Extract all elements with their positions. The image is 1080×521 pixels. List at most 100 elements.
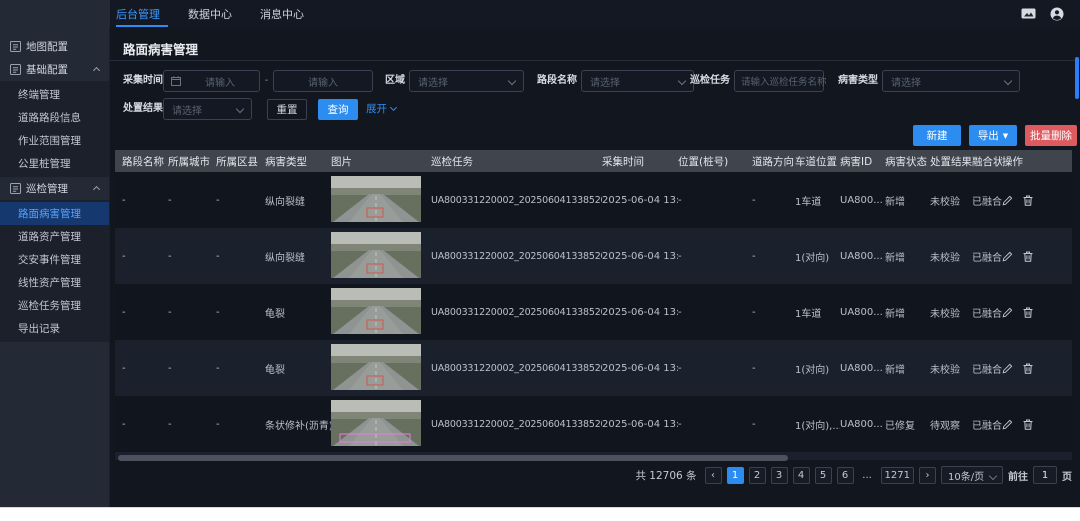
column-header-4: 图片 xyxy=(331,154,431,169)
sidebar-item-10[interactable]: 线性资产管理 xyxy=(0,271,109,294)
sidebar-item-2[interactable]: 终端管理 xyxy=(0,83,109,106)
cell-road: - xyxy=(122,307,168,318)
goto-page-input[interactable] xyxy=(1033,466,1057,484)
delete-icon[interactable] xyxy=(1023,419,1033,430)
edit-icon[interactable] xyxy=(1002,195,1013,206)
sidebar-item-8[interactable]: 道路资产管理 xyxy=(0,225,109,248)
delete-icon[interactable] xyxy=(1023,363,1033,374)
chevron-down-icon xyxy=(390,103,397,110)
cell-fusion: 已融合 xyxy=(972,417,1002,432)
table-row-5[interactable]: ---条状修补(沥青)UA800331220002_20250604133852… xyxy=(115,396,1072,452)
capture-time-end-input[interactable]: 请输入 xyxy=(273,70,373,92)
sidebar-item-4[interactable]: 作业范围管理 xyxy=(0,129,109,152)
export-button[interactable]: 导出▼ xyxy=(969,125,1017,146)
table-body: ---纵向裂缝UA800331220002_202506041338520592… xyxy=(115,172,1072,460)
sidebar-item-7[interactable]: 路面病害管理 xyxy=(0,202,109,225)
row-actions xyxy=(1002,419,1072,430)
cell-direction: - xyxy=(752,195,795,206)
column-header-13: 融合状 xyxy=(972,154,1002,169)
cell-city: - xyxy=(168,251,216,262)
delete-icon[interactable] xyxy=(1023,195,1033,206)
disease-type-select[interactable]: 请选择 xyxy=(882,70,1020,92)
edit-icon[interactable] xyxy=(1002,251,1013,262)
disease-photo-thumbnail[interactable] xyxy=(331,344,431,393)
page-ellipsis[interactable]: ... xyxy=(859,467,876,484)
disease-photo-thumbnail[interactable] xyxy=(331,176,431,225)
table-row-1[interactable]: ---纵向裂缝UA800331220002_202506041338520592… xyxy=(115,172,1072,228)
delete-icon[interactable] xyxy=(1023,251,1033,262)
cell-time: 2025-06-04 13:50 xyxy=(602,307,678,318)
cell-result: 未校验 xyxy=(930,305,972,320)
edit-icon[interactable] xyxy=(1002,307,1013,318)
sidebar-item-1[interactable]: 基础配置 xyxy=(0,58,109,81)
cell-direction: - xyxy=(752,307,795,318)
cell-city: - xyxy=(168,363,216,374)
reset-button[interactable]: 重置 xyxy=(267,99,307,120)
cell-direction: - xyxy=(752,363,795,374)
cell-direction: - xyxy=(752,419,795,430)
page-button-1271[interactable]: 1271 xyxy=(881,467,914,484)
edit-icon[interactable] xyxy=(1002,419,1013,430)
disease-photo-thumbnail[interactable] xyxy=(331,232,431,281)
cell-id: UA800... xyxy=(840,251,885,262)
disease-type-label: 病害类型 xyxy=(838,70,878,92)
cell-position: - xyxy=(678,419,752,430)
cell-time: 2025-06-04 13:50 xyxy=(602,363,678,374)
sidebar-item-12[interactable]: 导出记录 xyxy=(0,317,109,340)
table-row-4[interactable]: ---龟裂UA800331220002_20250604133852059202… xyxy=(115,340,1072,396)
create-button[interactable]: 新建 xyxy=(913,125,961,146)
disease-photo-thumbnail[interactable] xyxy=(331,288,431,337)
sidebar-item-3[interactable]: 道路路段信息 xyxy=(0,106,109,129)
page-button-1[interactable]: 1 xyxy=(727,467,744,484)
cell-time: 2025-06-04 13:50 xyxy=(602,251,678,262)
edit-icon[interactable] xyxy=(1002,363,1013,374)
title-divider xyxy=(110,60,1080,61)
user-avatar-icon[interactable] xyxy=(1050,7,1064,21)
vertical-scrollbar-thumb[interactable] xyxy=(1075,57,1079,99)
page-button-3[interactable]: 3 xyxy=(771,467,788,484)
page-button-5[interactable]: 5 xyxy=(815,467,832,484)
chevron-down-icon xyxy=(508,77,516,85)
capture-time-start-input[interactable]: 请输入 xyxy=(163,70,260,92)
handle-result-select[interactable]: 请选择 xyxy=(163,98,252,120)
column-header-5: 巡检任务 xyxy=(431,154,602,169)
column-header-9: 车道位置 xyxy=(795,154,840,169)
region-select[interactable]: 请选择 xyxy=(409,70,524,92)
sidebar-item-5[interactable]: 公里桩管理 xyxy=(0,152,109,175)
sidebar-item-0[interactable]: 地图配置 xyxy=(0,35,109,58)
page-button-4[interactable]: 4 xyxy=(793,467,810,484)
inspection-task-input[interactable]: 请输入巡检任务名称 xyxy=(734,70,824,92)
disease-photo-thumbnail[interactable] xyxy=(331,400,431,449)
sidebar-item-9[interactable]: 交安事件管理 xyxy=(0,248,109,271)
table-row-3[interactable]: ---龟裂UA800331220002_20250604133852059202… xyxy=(115,284,1072,340)
next-page-button[interactable]: › xyxy=(919,467,936,484)
tab-data-center[interactable]: 数据中心 xyxy=(174,0,246,27)
road-name-select[interactable]: 请选择 xyxy=(581,70,694,92)
cell-result: 待观察 xyxy=(930,417,972,432)
page-button-2[interactable]: 2 xyxy=(749,467,766,484)
menu-icon xyxy=(10,183,21,194)
column-header-1: 所属城市 xyxy=(168,154,216,169)
delete-icon[interactable] xyxy=(1023,307,1033,318)
search-button[interactable]: 查询 xyxy=(318,99,358,120)
tab-message-center[interactable]: 消息中心 xyxy=(246,0,318,27)
column-header-12: 处置结果 xyxy=(930,154,972,169)
goto-suffix-label: 页 xyxy=(1062,468,1072,483)
tab-backend-management[interactable]: 后台管理 xyxy=(110,0,174,27)
sidebar-item-6[interactable]: 巡检管理 xyxy=(0,177,109,200)
prev-page-button[interactable]: ‹ xyxy=(705,467,722,484)
cell-lane: 1车道 xyxy=(795,305,840,320)
expand-filters-link[interactable]: 展开 xyxy=(366,101,396,116)
page-size-select[interactable]: 10条/页 xyxy=(941,466,1003,484)
horizontal-scrollbar[interactable] xyxy=(118,455,788,461)
cell-fusion: 已融合 xyxy=(972,193,1002,208)
sidebar-item-11[interactable]: 巡检任务管理 xyxy=(0,294,109,317)
table-row-2[interactable]: ---纵向裂缝UA800331220002_202506041338520592… xyxy=(115,228,1072,284)
batch-delete-button[interactable]: 批量删除 xyxy=(1025,125,1077,146)
cell-type: 纵向裂缝 xyxy=(265,249,331,264)
sidebar-item-label: 巡检管理 xyxy=(26,181,68,196)
screenshot-icon[interactable] xyxy=(1021,8,1036,20)
page-button-6[interactable]: 6 xyxy=(837,467,854,484)
sidebar-submenu: 终端管理道路路段信息作业范围管理公里桩管理 xyxy=(0,81,109,177)
menu-icon xyxy=(10,41,21,52)
